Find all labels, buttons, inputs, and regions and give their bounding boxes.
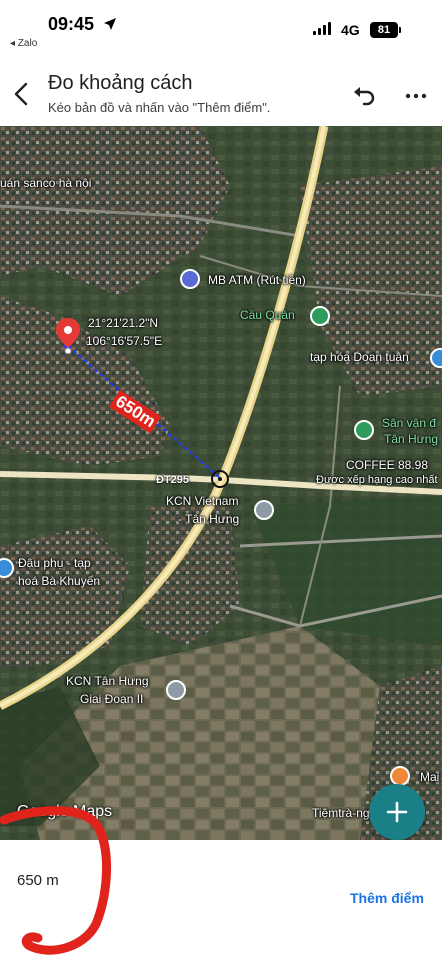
location-pin-icon[interactable] [56,318,80,354]
add-point-fab[interactable] [369,784,425,840]
page-subtitle: Kéo bản đồ và nhấn vào "Thêm điểm". [48,100,271,115]
pin-longitude: 106°16'57.5"E [86,334,163,348]
industrial-poi-icon-2[interactable] [166,680,186,700]
pin-latitude: 21°21'21.2"N [88,316,159,330]
place-dau-phu-2[interactable]: hoá Bà Khuyến [18,574,100,588]
place-kcn-tan-hung-2[interactable]: Giai Đoạn II [80,692,143,706]
stadium-poi-icon[interactable] [354,420,374,440]
bottom-panel: 650 m Thêm điểm [0,840,442,960]
atm-poi-icon[interactable] [180,269,200,289]
total-distance: 650 m [17,872,59,889]
place-mb-atm[interactable]: MB ATM (Rút tiền) [208,273,306,287]
place-cau-quan[interactable]: Cầu Quán [240,308,295,322]
add-point-button[interactable]: Thêm điểm [350,890,424,906]
place-kcn-vietnam-1[interactable]: KCN Vietnam [166,494,238,508]
status-time: 09:45 [48,14,95,34]
cellular-signal-icon [313,22,333,35]
place-san-van-dong-1[interactable]: Sân vận đ [382,416,436,430]
industrial-poi-icon[interactable] [254,500,274,520]
plus-icon [386,801,408,823]
place-coffee-rating: Được xếp hạng cao nhất [316,474,438,486]
cafe-poi-icon[interactable] [390,766,410,786]
road-dt295-label: ĐT295 [156,474,190,486]
network-type: 4G [341,22,360,38]
park-poi-icon[interactable] [310,306,330,326]
place-san-van-dong-2[interactable]: Tân Hưng [384,432,438,446]
place-kcn-tan-hung-1[interactable]: KCN Tân Hưng [66,674,149,688]
location-arrow-icon [104,18,116,30]
satellite-map[interactable]: 21°21'21.2"N 106°16'57.5"E 650m uán sanc… [0,126,442,840]
place-kcn-vietnam-2[interactable]: - Tân Hưng [178,512,239,526]
status-bar: 09:45 ◂ Zalo 4G 81 [0,0,442,54]
place-mai[interactable]: Mai [420,770,439,784]
app-header: Đo khoảng cách Kéo bản đồ và nhấn vào "T… [0,60,442,126]
battery-tip [399,27,401,33]
place-sanco[interactable]: uán sanco hà nội [0,176,91,190]
more-dots-icon[interactable] [404,84,428,108]
page-title: Đo khoảng cách [48,72,193,94]
back-to-app-link[interactable]: ◂ Zalo [10,38,37,49]
place-tap-hoa-doan-tuan[interactable]: tạp hóa Doan tuân [310,350,409,364]
place-dau-phu-1[interactable]: Đậu phụ - tạp [18,556,91,570]
google-maps-logo: Google Maps [17,803,113,820]
battery-level: 81 [370,22,398,38]
back-arrow-icon[interactable] [8,80,36,108]
place-coffee[interactable]: COFFEE 88.98 [346,458,428,472]
undo-icon[interactable] [352,86,378,106]
